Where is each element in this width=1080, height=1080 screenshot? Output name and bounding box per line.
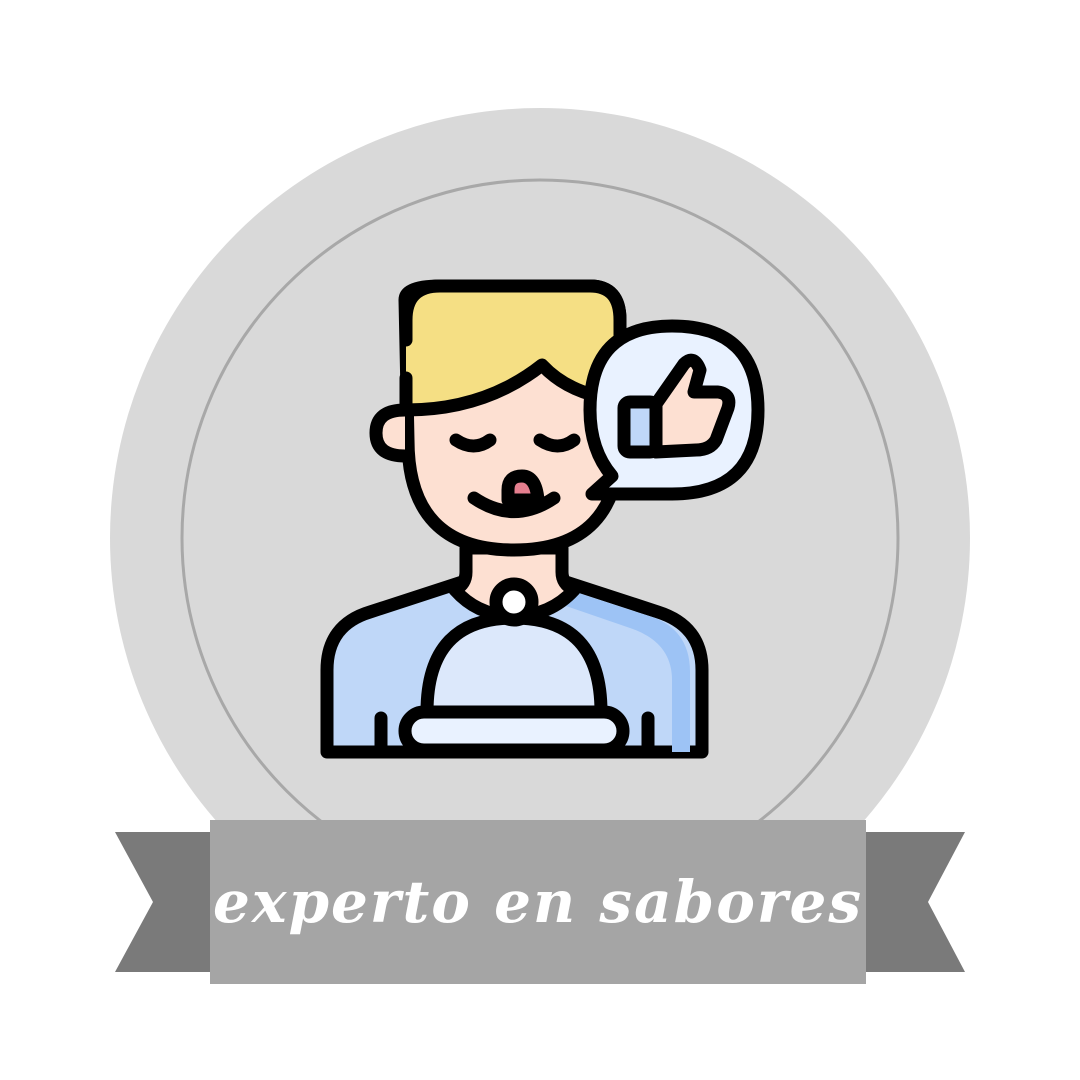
badge-label: experto en sabores [212, 868, 863, 936]
ribbon-tail-left [115, 832, 215, 972]
ribbon-tail-right [865, 832, 965, 972]
